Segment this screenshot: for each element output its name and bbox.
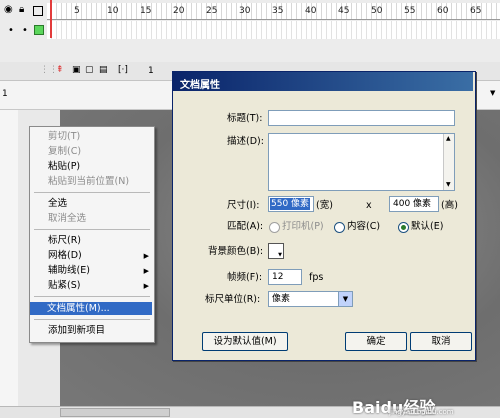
layer-frames[interactable]	[47, 21, 500, 39]
ruler-units-select[interactable]: 像素 ▼	[268, 291, 353, 307]
submenu-arrow-icon: ▶	[143, 282, 149, 290]
title-input[interactable]	[268, 110, 455, 126]
menu-item-label: 文档属性(M)...	[47, 303, 110, 314]
set-default-button[interactable]: 设为默认值(M)	[202, 332, 288, 351]
background-color-label: 背景颜色(B):	[208, 246, 264, 257]
frame-number: 10	[107, 6, 119, 16]
eye-icon[interactable]: ◉	[4, 5, 13, 15]
width-unit: (宽)	[316, 200, 333, 211]
size-separator: x	[366, 200, 372, 211]
frame-number: 60	[437, 6, 449, 16]
frame-number: 15	[140, 6, 152, 16]
textarea-scrollbar[interactable]: ▲ ▼	[443, 134, 454, 190]
background-color-swatch[interactable]: ▼	[268, 243, 284, 259]
layer-outline-icon[interactable]	[34, 25, 44, 35]
match-contents-label: 内容(C)	[347, 221, 381, 232]
onion-outline-icon[interactable]: ▢	[85, 65, 94, 75]
frame-number: 65	[470, 6, 482, 16]
ruler-mark: 1	[2, 89, 8, 99]
watermark-url: jingyan.baidu.com	[389, 408, 454, 416]
menu-item-select-all[interactable]: 全选	[48, 198, 67, 209]
frame-number: 25	[206, 6, 218, 16]
match-contents-radio[interactable]	[334, 222, 345, 233]
center-frame-icon[interactable]: ⇞	[56, 65, 64, 75]
menu-item-add-to-new-project[interactable]: 添加到新项目	[48, 325, 105, 336]
menu-item-paste-in-place[interactable]: 粘贴到当前位置(N)	[48, 176, 129, 187]
frame-rate-input[interactable]: 12	[268, 269, 302, 285]
height-unit: (高)	[441, 200, 458, 211]
lock-icon[interactable]: 🔒︎	[19, 5, 24, 15]
scrollbar-thumb[interactable]	[60, 408, 170, 417]
width-value: 550 像素	[270, 198, 311, 210]
frame-number: 50	[371, 6, 383, 16]
match-default-label: 默认(E)	[411, 221, 444, 232]
submenu-arrow-icon: ▶	[143, 252, 149, 260]
submenu-arrow-icon: ▶	[143, 267, 149, 275]
playhead[interactable]	[50, 0, 56, 38]
onion-markers-icon[interactable]: [·]	[118, 65, 128, 75]
frame-number: 20	[173, 6, 185, 16]
menu-item-grid[interactable]: 网格(D)	[48, 250, 82, 261]
height-value: 400 像素	[393, 199, 432, 209]
match-default-radio[interactable]	[398, 222, 409, 233]
menu-separator	[34, 296, 150, 297]
menu-item-snapping[interactable]: 贴紧(S)	[48, 280, 80, 291]
frame-number: 45	[338, 6, 350, 16]
ruler-units-value: 像素	[272, 294, 291, 304]
outline-icon[interactable]	[33, 6, 43, 16]
menu-item-copy[interactable]: 复制(C)	[48, 146, 81, 157]
menu-item-guides[interactable]: 辅助线(E)	[48, 265, 90, 276]
match-printer-radio[interactable]	[269, 222, 280, 233]
layer-lock-dot[interactable]: •	[22, 26, 28, 36]
frame-number: 5	[74, 6, 80, 16]
frame-number: 35	[272, 6, 284, 16]
current-frame: 1	[148, 66, 154, 76]
ok-button[interactable]: 确定	[345, 332, 407, 351]
swatch-dropdown-icon: ▼	[278, 252, 282, 258]
menu-item-cut[interactable]: 剪切(T)	[48, 131, 80, 142]
timeline-panel: ◉ 🔒︎ • • 5 10 15 20 25 30 35 40 45 50 55…	[0, 0, 500, 63]
frame-number: 55	[404, 6, 416, 16]
fps-unit: fps	[309, 272, 324, 283]
match-printer-label: 打印机(P)	[282, 221, 324, 232]
onion-skin-icon[interactable]: ▣	[72, 65, 81, 75]
frame-number: 30	[239, 6, 251, 16]
height-input[interactable]: 400 像素	[389, 196, 439, 212]
title-label: 标题(T):	[227, 113, 263, 124]
size-label: 尺寸(I):	[227, 200, 260, 211]
description-textarea[interactable]: ▲ ▼	[268, 133, 455, 191]
menu-item-deselect-all[interactable]: 取消全选	[48, 213, 86, 224]
frame-ruler[interactable]: 5 10 15 20 25 30 35 40 45 50 55 60 65	[47, 3, 500, 20]
scroll-down-icon[interactable]: ▼	[446, 181, 451, 188]
dialog-title: 文档属性	[180, 80, 220, 91]
match-label: 匹配(A):	[227, 221, 264, 232]
menu-item-paste[interactable]: 粘贴(P)	[48, 161, 80, 172]
frame-rate-value: 12	[272, 272, 284, 282]
scroll-up-icon[interactable]: ▲	[446, 135, 451, 142]
menu-separator	[34, 319, 150, 320]
menu-item-document-properties[interactable]: 文档属性(M)...	[30, 302, 152, 315]
chevron-down-icon[interactable]: ▼	[490, 89, 495, 97]
description-label: 描述(D):	[227, 136, 264, 147]
frame-rate-label: 帧频(F):	[227, 272, 263, 283]
menu-separator	[34, 192, 150, 193]
edit-multiple-frames-icon[interactable]: ▤	[99, 65, 108, 75]
cancel-button[interactable]: 取消	[410, 332, 472, 351]
frame-number: 40	[305, 6, 317, 16]
menu-item-rulers[interactable]: 标尺(R)	[48, 235, 81, 246]
chevron-down-icon[interactable]: ▼	[338, 292, 352, 306]
width-input[interactable]: 550 像素	[268, 196, 314, 212]
ruler-units-label: 标尺单位(R):	[205, 294, 261, 305]
layer-visible-dot[interactable]: •	[8, 26, 14, 36]
menu-separator	[34, 229, 150, 230]
